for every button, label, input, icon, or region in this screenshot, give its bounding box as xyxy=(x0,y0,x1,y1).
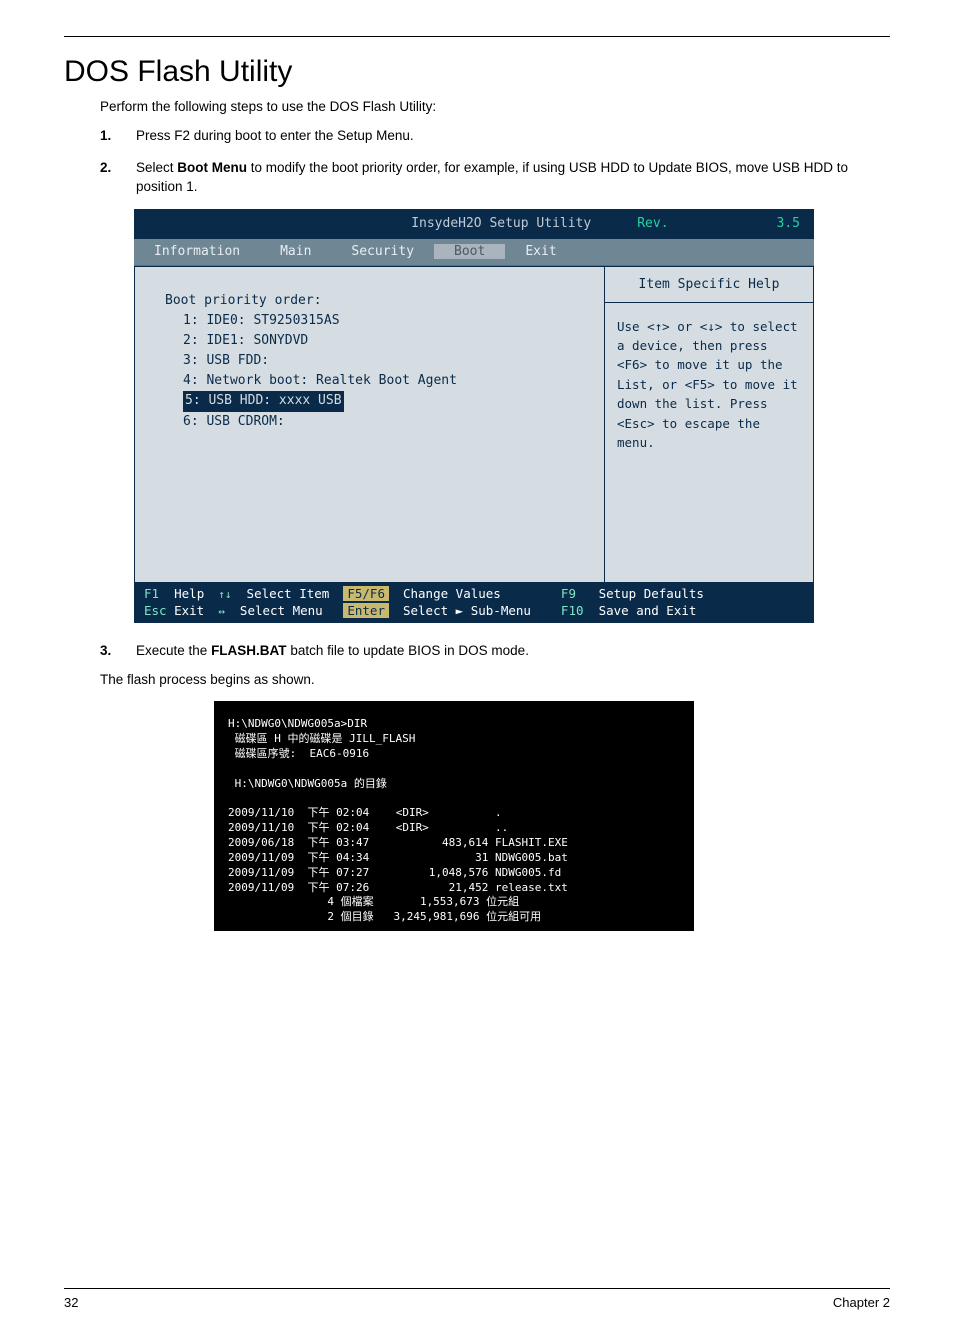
dos-content: H:\NDWG0\NDWG005a>DIR 磁碟區 H 中的磁碟是 JILL_F… xyxy=(228,717,568,923)
step-number: 3. xyxy=(100,641,118,661)
key-enter: Enter xyxy=(343,603,389,618)
boot-item[interactable]: 1: IDE0: ST9250315AS xyxy=(183,311,586,331)
lbl-change-values: Change Values xyxy=(403,586,531,603)
key-leftright-icon: ↔ xyxy=(218,605,225,618)
boot-item[interactable]: 2: IDE1: SONYDVD xyxy=(183,331,586,351)
footer-page-number: 32 xyxy=(64,1295,78,1310)
key-f1: F1 xyxy=(144,586,159,601)
boot-item[interactable]: 6: USB CDROM: xyxy=(183,412,586,432)
step-1: 1. Press F2 during boot to enter the Set… xyxy=(100,126,890,146)
step-number: 1. xyxy=(100,126,118,146)
bios-rev-label: Rev. xyxy=(637,216,759,231)
help-heading: Item Specific Help xyxy=(605,267,813,303)
lbl-item: Item xyxy=(299,586,329,601)
tab-exit[interactable]: Exit xyxy=(505,244,576,259)
boot-item-selected[interactable]: 5: USB HDD: xxxx USB xyxy=(183,391,586,411)
tab-boot[interactable]: Boot xyxy=(434,244,505,259)
lbl-submenu: Select ► Sub-Menu xyxy=(403,603,531,620)
step-3: 3. Execute the FLASH.BAT batch file to u… xyxy=(100,641,890,661)
page-footer: 32 Chapter 2 xyxy=(64,1288,890,1310)
boot-priority-heading: Boot priority order: xyxy=(165,291,586,311)
key-updown-icon: ↑↓ xyxy=(218,588,231,601)
bios-figure: InsydeH2O Setup Utility Rev. 3.5 Informa… xyxy=(134,209,814,623)
key-esc: Esc xyxy=(144,603,167,618)
lbl-select2: Select xyxy=(240,603,285,618)
footer-rule xyxy=(64,1288,890,1289)
lbl-setup-defaults: Setup Defaults xyxy=(599,586,704,601)
tab-information[interactable]: Information xyxy=(134,244,260,259)
step-2: 2. Select Boot Menu to modify the boot p… xyxy=(100,158,890,197)
lbl-menu: Menu xyxy=(293,603,323,618)
footer-chapter: Chapter 2 xyxy=(833,1295,890,1310)
bios-rev-value: 3.5 xyxy=(760,216,814,231)
boot-item[interactable]: 3: USB FDD: xyxy=(183,351,586,371)
step-text: Execute the FLASH.BAT batch file to upda… xyxy=(136,641,529,661)
bios-help-pane: Item Specific Help Use <↑> or <↓> to sel… xyxy=(604,266,814,583)
bios-footer: F1 Help Esc Exit ↑↓ Select Item ↔ Select… xyxy=(134,583,814,623)
lbl-help: Help xyxy=(174,586,204,601)
bios-body: Boot priority order: 1: IDE0: ST9250315A… xyxy=(134,265,814,583)
post-step-text: The flash process begins as shown. xyxy=(100,672,890,687)
lbl-save-exit: Save and Exit xyxy=(599,603,697,618)
bios-left-pane: Boot priority order: 1: IDE0: ST9250315A… xyxy=(134,266,604,583)
lbl-select: Select xyxy=(247,586,292,601)
step-text: Press F2 during boot to enter the Setup … xyxy=(136,126,414,146)
step-number: 2. xyxy=(100,158,118,197)
page-title: DOS Flash Utility xyxy=(64,55,890,89)
tab-main[interactable]: Main xyxy=(260,244,331,259)
page-root: DOS Flash Utility Perform the following … xyxy=(0,0,954,1336)
help-body: Use <↑> or <↓> to select a device, then … xyxy=(605,303,813,467)
lbl-exit: Exit xyxy=(174,603,204,618)
bios-tabs: Information Main Security Boot Exit xyxy=(134,239,814,265)
dos-figure: H:\NDWG0\NDWG005a>DIR 磁碟區 H 中的磁碟是 JILL_F… xyxy=(214,701,694,931)
steps-list: 1. Press F2 during boot to enter the Set… xyxy=(100,126,890,197)
boot-item[interactable]: 4: Network boot: Realtek Boot Agent xyxy=(183,371,586,391)
top-rule xyxy=(64,36,890,37)
steps-list-2: 3. Execute the FLASH.BAT batch file to u… xyxy=(100,641,890,661)
intro-text: Perform the following steps to use the D… xyxy=(100,99,890,114)
key-f10: F10 xyxy=(561,603,584,618)
bios-header: InsydeH2O Setup Utility Rev. 3.5 xyxy=(134,209,814,239)
step-text: Select Boot Menu to modify the boot prio… xyxy=(136,158,890,197)
key-f5f6: F5/F6 xyxy=(343,586,389,601)
key-f9: F9 xyxy=(561,586,576,601)
tab-security[interactable]: Security xyxy=(331,244,434,259)
bios-title: InsydeH2O Setup Utility xyxy=(365,216,637,231)
